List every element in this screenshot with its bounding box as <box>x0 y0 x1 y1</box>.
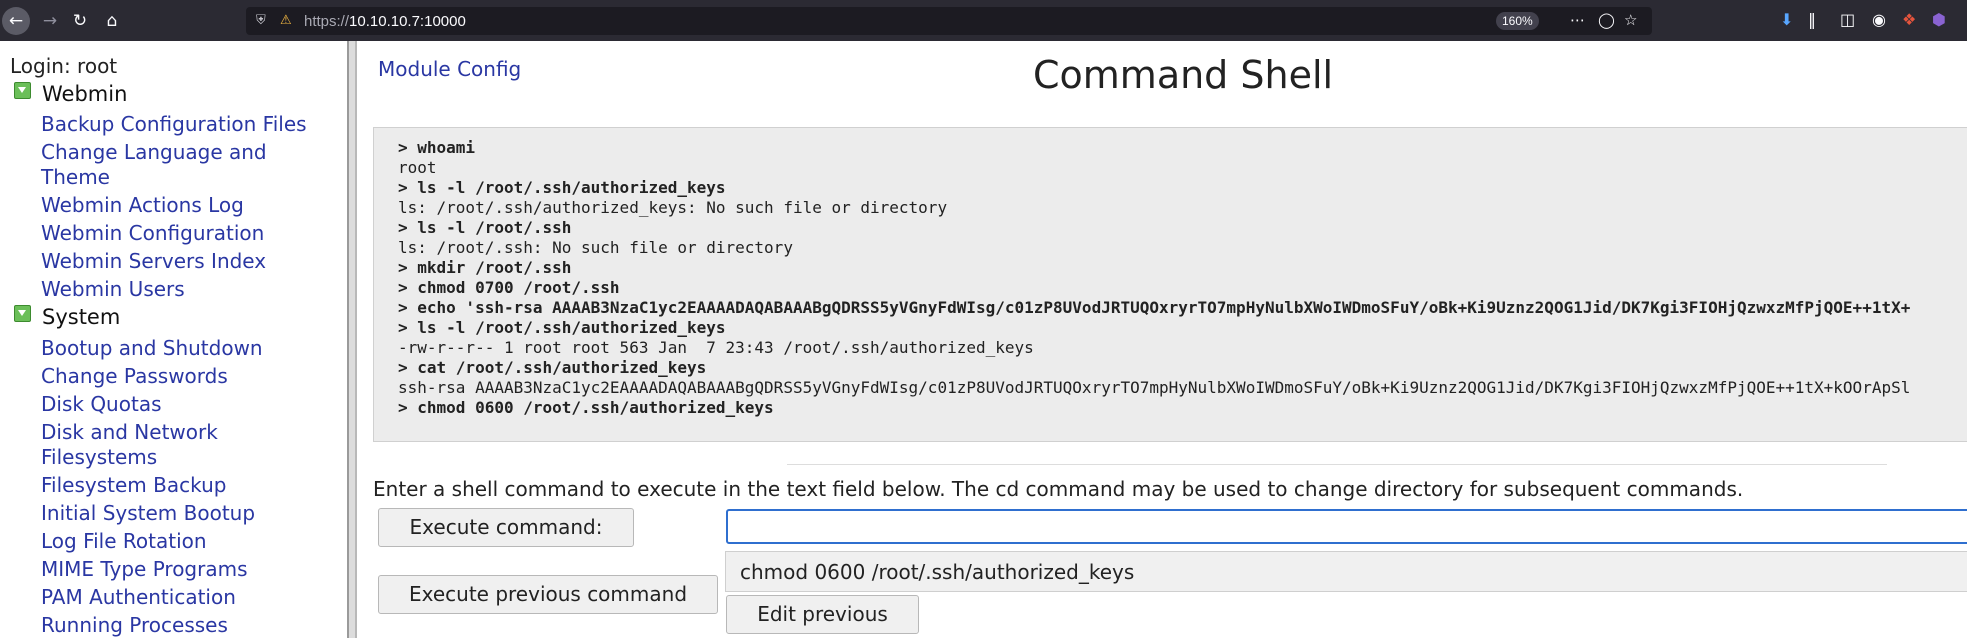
pocket-icon[interactable]: ◯ <box>1598 11 1615 29</box>
forward-icon[interactable]: → <box>36 7 64 35</box>
output-result-line: root <box>398 158 437 177</box>
module-link[interactable]: Webmin Servers Index <box>41 249 266 274</box>
command-output: > whoami root > ls -l /root/.ssh/authorize… <box>373 127 1967 442</box>
module-link[interactable]: Change Language and Theme <box>41 140 331 190</box>
output-command-line: > chmod 0700 /root/.ssh <box>398 278 620 297</box>
downloads-icon[interactable]: ⬇ <box>1780 10 1793 29</box>
extension-icon[interactable]: ❖ <box>1902 10 1916 29</box>
output-command-line: > ls -l /root/.ssh/authorized_keys <box>398 318 726 337</box>
instructions-text: Enter a shell command to execute in the … <box>373 477 1744 501</box>
execute-previous-button[interactable]: Execute previous command <box>378 575 718 614</box>
module-link[interactable]: Running Processes <box>41 613 228 638</box>
url-host: 10.10.10.7:10000 <box>349 13 466 30</box>
edit-previous-button[interactable]: Edit previous <box>726 595 919 634</box>
divider <box>787 464 1887 465</box>
output-command-line: > cat /root/.ssh/authorized_keys <box>398 358 707 377</box>
category-open-icon <box>14 82 31 99</box>
output-command-line: > ls -l /root/.ssh <box>398 218 572 237</box>
output-lines: > whoami root > ls -l /root/.ssh/authorize… <box>398 138 1910 418</box>
extension-icon[interactable]: ⬢ <box>1932 10 1946 29</box>
module-link[interactable]: Backup Configuration Files <box>41 112 307 137</box>
category-open-icon <box>14 305 31 322</box>
category-system[interactable]: System <box>14 305 120 329</box>
sidebar-icon[interactable]: ◫ <box>1840 10 1855 29</box>
page-title: Command Shell <box>1033 53 1334 97</box>
module-link[interactable]: Change Passwords <box>41 364 228 389</box>
account-icon[interactable]: ◉ <box>1872 10 1886 29</box>
module-link[interactable]: Disk Quotas <box>41 392 162 417</box>
previous-command-select[interactable]: chmod 0600 /root/.ssh/authorized_keys <box>725 551 1967 592</box>
browser-toolbar: ← → ↻ ⌂ ⛨ ⚠ https://10.10.10.7:10000 160… <box>0 0 1967 41</box>
category-label: System <box>42 305 121 329</box>
bookmark-star-icon[interactable]: ☆ <box>1624 11 1637 29</box>
url-bar[interactable]: ⛨ ⚠ https://10.10.10.7:10000 160% ⋯ ◯ ☆ <box>246 7 1652 35</box>
lock-warning-icon[interactable]: ⚠ <box>280 13 292 28</box>
url-protocol: https:// <box>304 13 350 30</box>
frame-splitter[interactable] <box>347 41 357 638</box>
command-input[interactable] <box>726 509 1967 544</box>
reload-icon[interactable]: ↻ <box>66 7 94 35</box>
home-icon[interactable]: ⌂ <box>98 7 126 35</box>
output-result-line: ssh-rsa AAAAB3NzaC1yc2EAAAADAQABAAABgQDR… <box>398 378 1911 397</box>
module-link[interactable]: Filesystem Backup <box>41 473 226 498</box>
category-label: Webmin <box>42 82 128 106</box>
login-label: Login: root <box>10 54 118 78</box>
module-link[interactable]: Log File Rotation <box>41 529 207 554</box>
output-result-line: ls: /root/.ssh: No such file or director… <box>398 238 793 257</box>
left-frame: Login: root Webmin Backup Configuration … <box>0 41 347 638</box>
category-webmin[interactable]: Webmin <box>14 82 127 106</box>
module-link[interactable]: Bootup and Shutdown <box>41 336 263 361</box>
module-link[interactable]: MIME Type Programs <box>41 557 248 582</box>
module-link[interactable]: Disk and Network Filesystems <box>41 420 281 470</box>
output-command-line: > ls -l /root/.ssh/authorized_keys <box>398 178 726 197</box>
module-link[interactable]: Webmin Users <box>41 277 185 302</box>
library-icon[interactable]: ‖ <box>1808 10 1816 29</box>
output-command-line: > chmod 0600 /root/.ssh/authorized_keys <box>398 398 774 417</box>
module-link[interactable]: PAM Authentication <box>41 585 236 610</box>
zoom-level[interactable]: 160% <box>1496 12 1539 30</box>
main-frame: Module Config Command Shell > whoami root… <box>357 41 1967 638</box>
module-link[interactable]: Webmin Actions Log <box>41 193 244 218</box>
url-text[interactable]: https://10.10.10.7:10000 <box>304 13 466 30</box>
module-config-link[interactable]: Module Config <box>378 57 521 81</box>
page-actions-icon[interactable]: ⋯ <box>1570 11 1585 29</box>
module-link[interactable]: Webmin Configuration <box>41 221 264 246</box>
output-result-line: -rw-r--r-- 1 root root 563 Jan 7 23:43 /… <box>398 338 1034 357</box>
output-command-line: > mkdir /root/.ssh <box>398 258 572 277</box>
output-command-line: > whoami <box>398 138 476 157</box>
output-result-line: ls: /root/.ssh/authorized_keys: No such … <box>398 198 948 217</box>
output-command-line: > echo 'ssh-rsa AAAAB3NzaC1yc2EAAAADAQAB… <box>398 298 1911 317</box>
module-link[interactable]: Initial System Bootup <box>41 501 255 526</box>
execute-command-button[interactable]: Execute command: <box>378 508 634 547</box>
shield-icon[interactable]: ⛨ <box>256 13 266 28</box>
back-icon[interactable]: ← <box>2 7 30 35</box>
